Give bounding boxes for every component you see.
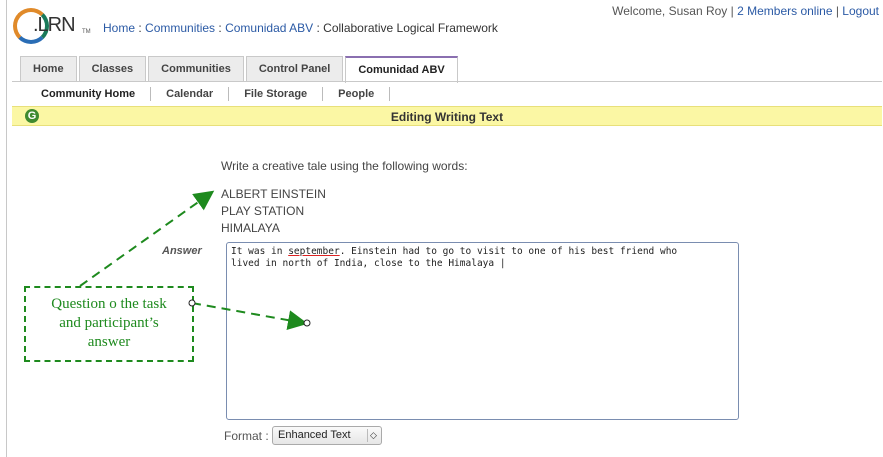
annotation-arrow-anchor <box>188 299 196 307</box>
annotation-arrows <box>79 190 311 331</box>
annotation-arrow-to-answer <box>191 302 308 331</box>
annotation-arrow-tip <box>303 319 311 327</box>
annotation-arrow-to-question <box>79 190 215 287</box>
